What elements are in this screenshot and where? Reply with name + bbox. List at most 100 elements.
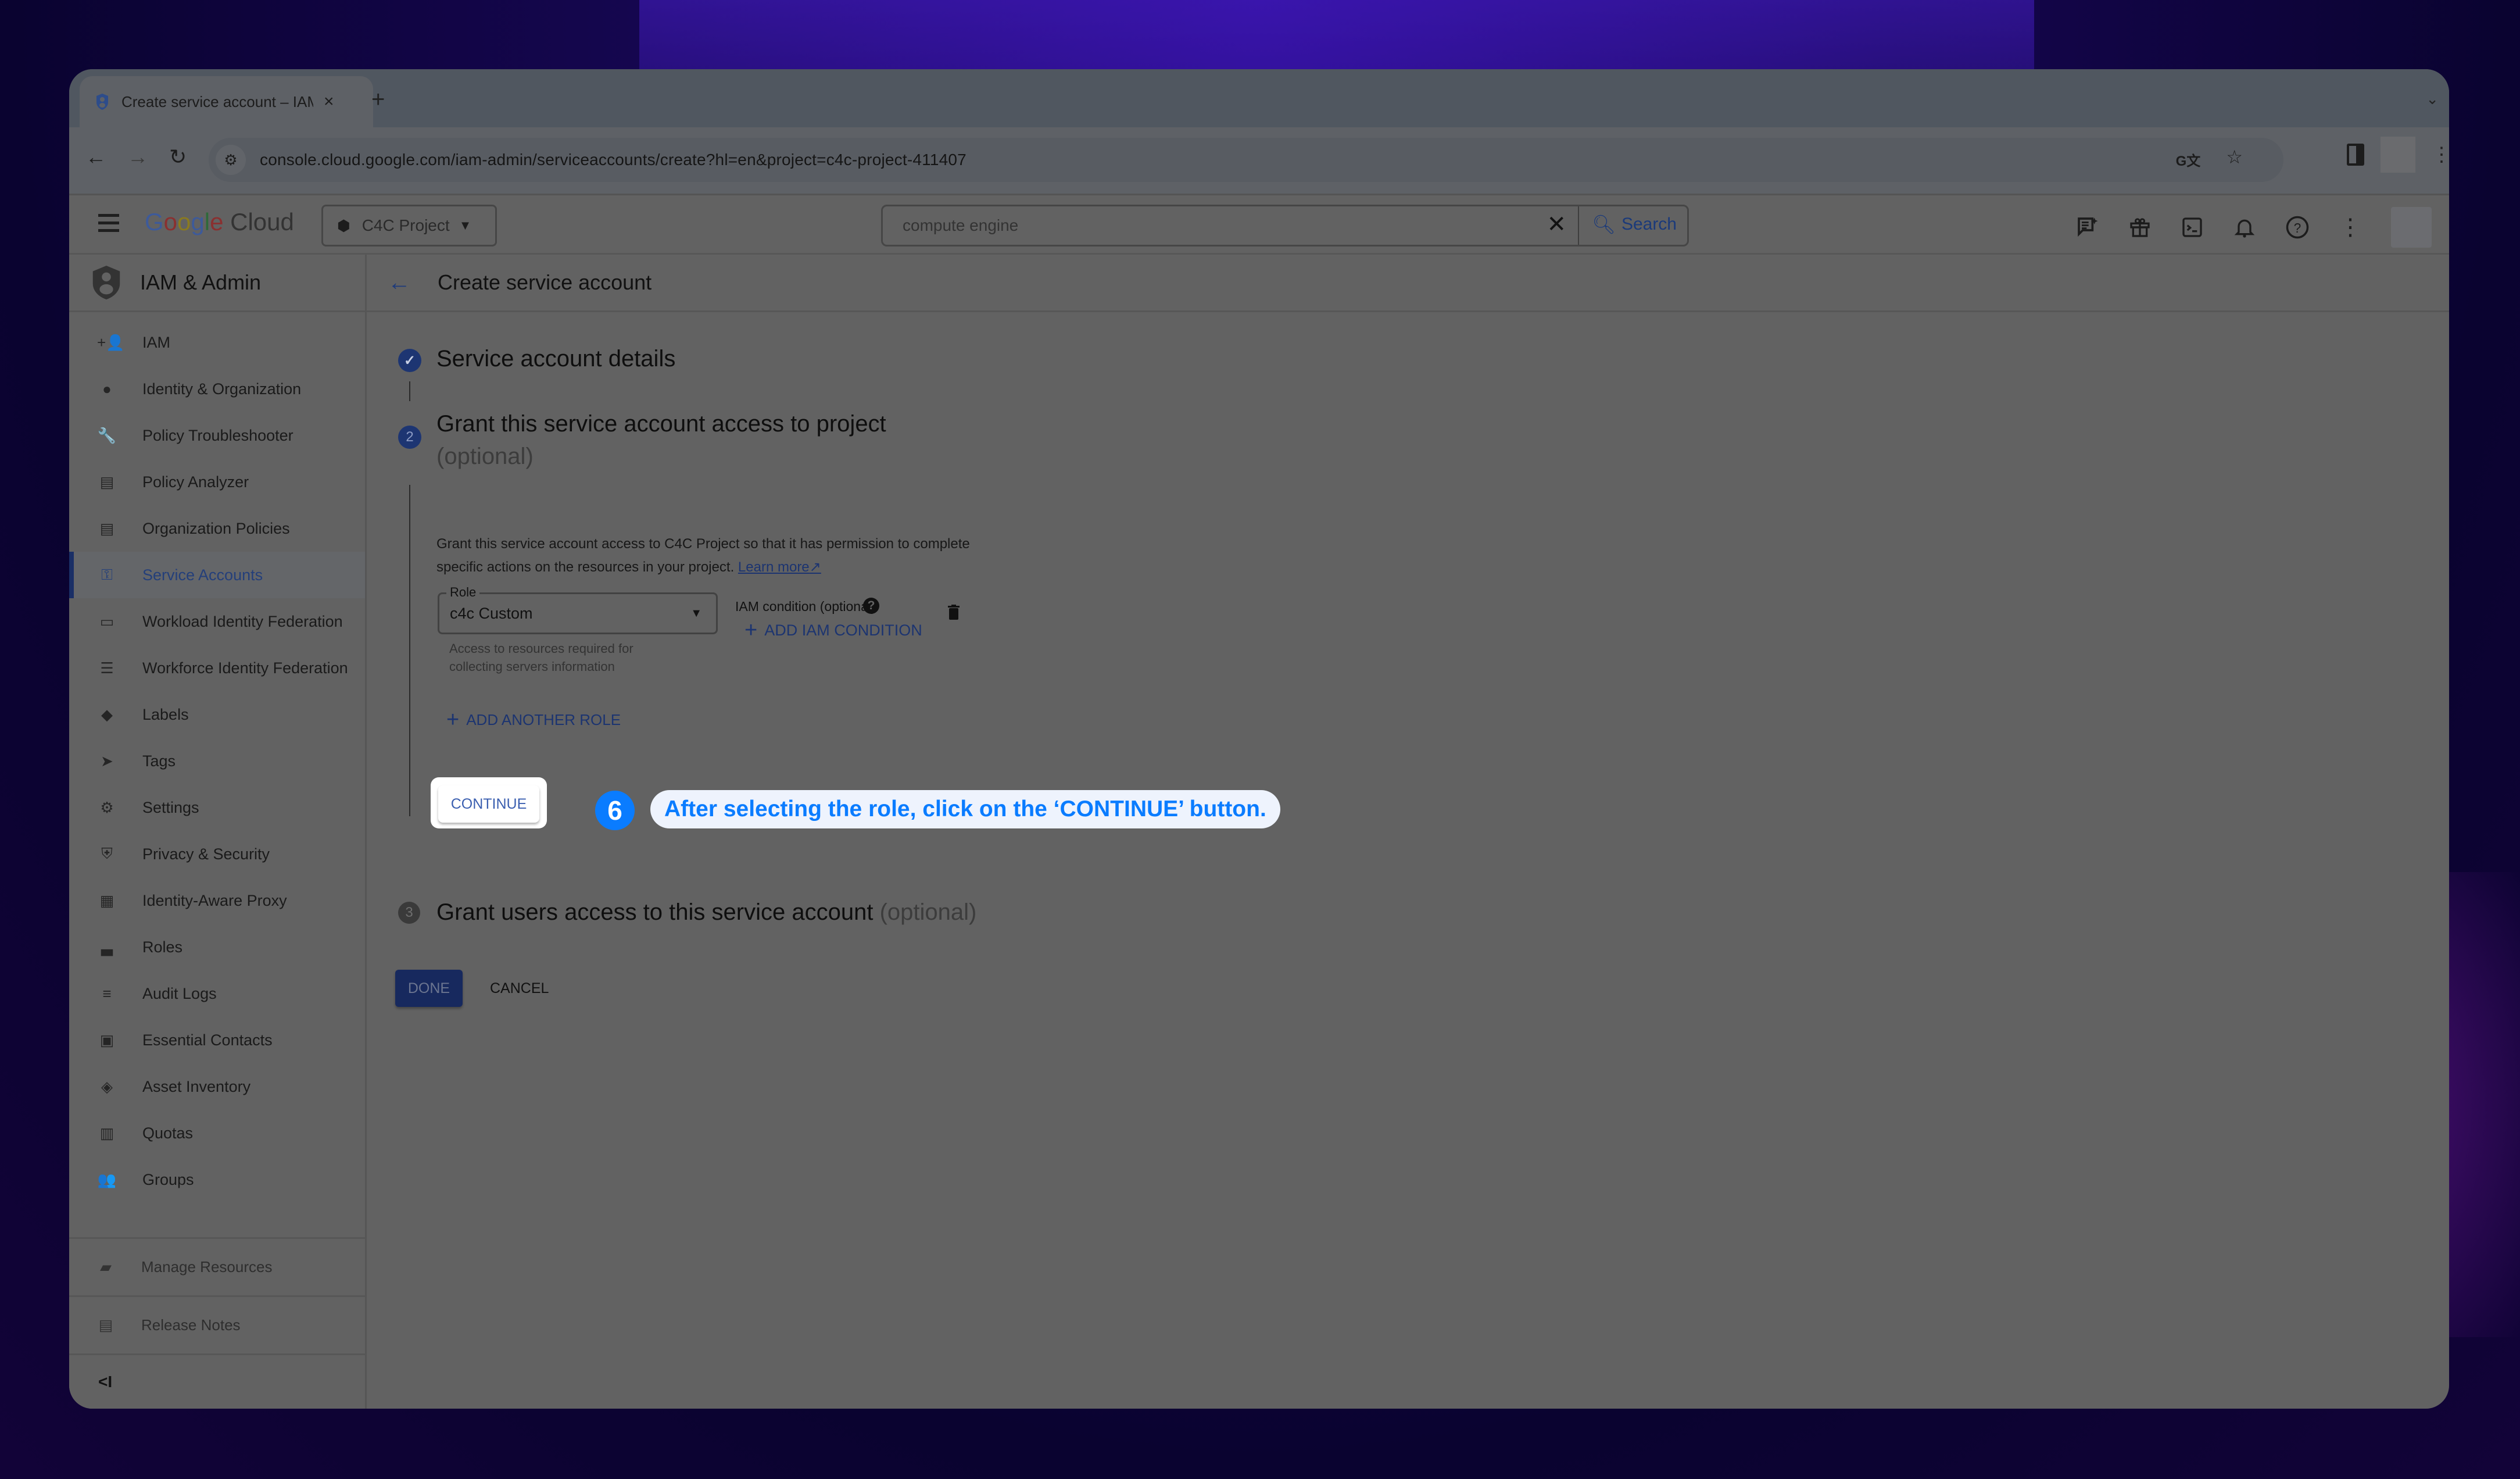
search-input[interactable] bbox=[901, 216, 1543, 235]
help-icon[interactable]: ? bbox=[2285, 215, 2310, 240]
sidebar-item-settings[interactable]: ⚙ Settings bbox=[69, 784, 365, 831]
sidebar-item-labels[interactable]: ◆ Labels bbox=[69, 691, 365, 738]
sidebar-item-label: Organization Policies bbox=[142, 519, 290, 537]
profile-avatar[interactable] bbox=[2381, 137, 2415, 173]
sidebar-item-tags[interactable]: ➤ Tags bbox=[69, 738, 365, 784]
sidebar-item-groups[interactable]: 👥 Groups bbox=[69, 1156, 365, 1203]
step-3-title[interactable]: Grant users access to this service accou… bbox=[436, 899, 976, 926]
add-iam-condition-button[interactable]: + ADD IAM CONDITION bbox=[744, 619, 922, 641]
project-name: C4C Project bbox=[361, 216, 450, 234]
notifications-bell-icon[interactable] bbox=[2233, 216, 2256, 239]
sidebar-item-label: Workload Identity Federation bbox=[142, 612, 343, 630]
asset-inventory-icon: ◈ bbox=[101, 1077, 113, 1095]
back-arrow-icon[interactable]: ← bbox=[388, 270, 411, 296]
groups-icon: 👥 bbox=[97, 1170, 117, 1188]
browser-menu-icon[interactable]: ⋮ bbox=[2432, 143, 2449, 166]
sidebar-item-workload-identity-federation[interactable]: ▭ Workload Identity Federation bbox=[69, 598, 365, 645]
gemini-icon[interactable] bbox=[2076, 216, 2099, 239]
sidebar-item-roles[interactable]: ▃ Roles bbox=[69, 924, 365, 970]
step-1-check-icon: ✓ bbox=[398, 349, 421, 372]
reload-icon[interactable]: ↻ bbox=[169, 145, 187, 169]
cancel-button[interactable]: CANCEL bbox=[486, 970, 552, 1007]
sidebar-item-release-notes[interactable]: ▤ Release Notes bbox=[69, 1295, 365, 1353]
site-info-icon[interactable]: ⚙ bbox=[216, 145, 246, 175]
learn-more-link[interactable]: Learn more↗ bbox=[738, 559, 821, 575]
collapse-icon: <I bbox=[98, 1373, 113, 1391]
tab-strip: Create service account – IAM × + ⌄ bbox=[69, 69, 2449, 127]
sidebar-item-label: Release Notes bbox=[141, 1316, 241, 1334]
tab-search-chevron-icon[interactable]: ⌄ bbox=[2426, 90, 2439, 108]
sidebar-item-policy-troubleshooter[interactable]: 🔧 Policy Troubleshooter bbox=[69, 412, 365, 459]
back-arrow-icon[interactable]: ← bbox=[85, 145, 106, 169]
more-options-icon[interactable]: ⋮ bbox=[2339, 214, 2362, 241]
iam-favicon-icon bbox=[96, 94, 108, 110]
google-cloud-logo[interactable]: Google Cloud bbox=[145, 208, 294, 236]
gear-icon: ⚙ bbox=[100, 798, 114, 816]
iam-condition-label: IAM condition (optional) bbox=[735, 599, 876, 614]
sidebar-item-workforce-identity-federation[interactable]: ☰ Workforce Identity Federation bbox=[69, 645, 365, 691]
iap-icon: ▦ bbox=[99, 891, 114, 909]
sidebar-footer: ▰ Manage Resources ▤ Release Notes <I bbox=[69, 1237, 365, 1409]
tab-create-service-account[interactable]: Create service account – IAM × bbox=[80, 76, 373, 127]
continue-highlight: CONTINUE bbox=[431, 777, 547, 828]
role-select[interactable]: Role c4c Custom ▼ bbox=[438, 585, 718, 634]
hat-icon: ▃ bbox=[101, 938, 113, 956]
help-icon[interactable]: ? bbox=[863, 598, 879, 614]
account-avatar[interactable] bbox=[2391, 207, 2432, 248]
sidebar-item-manage-resources[interactable]: ▰ Manage Resources bbox=[69, 1237, 365, 1295]
search-icon: 🔍︎ bbox=[1592, 214, 1616, 235]
sidebar-item-essential-contacts[interactable]: ▣ Essential Contacts bbox=[69, 1017, 365, 1063]
sidebar-item-label: Service Accounts bbox=[142, 566, 263, 584]
gift-icon[interactable] bbox=[2128, 216, 2152, 239]
step-2-number: 2 bbox=[398, 426, 421, 449]
step-1-title[interactable]: Service account details bbox=[436, 346, 675, 372]
sidebar-item-quotas[interactable]: ▥ Quotas bbox=[69, 1110, 365, 1156]
step-3-number: 3 bbox=[398, 902, 420, 924]
tab-close-icon[interactable]: × bbox=[324, 92, 334, 112]
sidebar-item-privacy-security[interactable]: ⛨ Privacy & Security bbox=[69, 831, 365, 877]
translate-icon[interactable]: G文 bbox=[2176, 149, 2201, 170]
sidebar-item-label: Groups bbox=[142, 1170, 194, 1188]
audit-logs-icon: ≡ bbox=[102, 984, 112, 1002]
sidebar-item-iam[interactable]: +👤 IAM bbox=[69, 319, 365, 366]
hamburger-menu-icon[interactable] bbox=[98, 214, 119, 237]
sidebar-item-label: Labels bbox=[142, 705, 189, 723]
quotas-icon: ▥ bbox=[99, 1124, 114, 1142]
service-account-icon: ⚿ bbox=[101, 566, 113, 583]
sidebar-item-service-accounts[interactable]: ⚿ Service Accounts bbox=[69, 552, 365, 598]
sidebar-item-label: Essential Contacts bbox=[142, 1031, 273, 1049]
sidebar-item-identity-organization[interactable]: ● Identity & Organization bbox=[69, 366, 365, 412]
address-bar[interactable]: ⚙ console.cloud.google.com/iam-admin/ser… bbox=[209, 138, 2283, 182]
side-panel-icon[interactable] bbox=[2347, 144, 2364, 166]
project-picker[interactable]: ⬢ C4C Project ▼ bbox=[321, 205, 497, 246]
cloud-shell-icon[interactable] bbox=[2181, 216, 2204, 239]
sidebar-item-identity-aware-proxy[interactable]: ▦ Identity-Aware Proxy bbox=[69, 877, 365, 924]
new-tab-button[interactable]: + bbox=[371, 87, 385, 113]
clear-search-icon[interactable]: ✕ bbox=[1547, 211, 1566, 238]
forward-arrow-icon[interactable]: → bbox=[127, 145, 148, 169]
sidebar-item-label: IAM bbox=[142, 333, 171, 351]
project-hexagon-icon: ⬢ bbox=[337, 216, 350, 234]
list-icon: ☰ bbox=[100, 659, 114, 677]
sidebar-item-asset-inventory[interactable]: ◈ Asset Inventory bbox=[69, 1063, 365, 1110]
sidebar-item-policy-analyzer[interactable]: ▤ Policy Analyzer bbox=[69, 459, 365, 505]
continue-button[interactable]: CONTINUE bbox=[438, 785, 539, 823]
delete-trash-icon[interactable] bbox=[948, 605, 960, 620]
sidebar: IAM & Admin +👤 IAM ● Identity & Organizatio… bbox=[69, 255, 367, 1409]
sidebar-nav: +👤 IAM ● Identity & Organization 🔧 Policy Tro… bbox=[69, 312, 365, 1203]
url-text[interactable]: console.cloud.google.com/iam-admin/servi… bbox=[260, 151, 967, 169]
add-another-role-button[interactable]: + ADD ANOTHER ROLE bbox=[446, 709, 621, 731]
done-button[interactable]: DONE bbox=[395, 970, 463, 1007]
sidebar-item-audit-logs[interactable]: ≡ Audit Logs bbox=[69, 970, 365, 1017]
sidebar-item-label: Quotas bbox=[142, 1124, 194, 1142]
sidebar-item-label: Identity & Organization bbox=[142, 380, 302, 398]
sidebar-item-organization-policies[interactable]: ▤ Organization Policies bbox=[69, 505, 365, 552]
search-button[interactable]: 🔍︎ Search bbox=[1592, 213, 1677, 235]
bookmark-star-icon[interactable]: ☆ bbox=[2226, 146, 2243, 170]
account-circle-icon: ● bbox=[102, 380, 112, 398]
gcp-header: Google Cloud ⬢ C4C Project ▼ ✕ 🔍︎ Search… bbox=[69, 195, 2449, 255]
collapse-sidebar-button[interactable]: <I bbox=[69, 1353, 365, 1409]
tag-icon: ➤ bbox=[101, 752, 113, 770]
contacts-icon: ▣ bbox=[99, 1031, 114, 1049]
sidebar-item-label: Asset Inventory bbox=[142, 1077, 251, 1095]
